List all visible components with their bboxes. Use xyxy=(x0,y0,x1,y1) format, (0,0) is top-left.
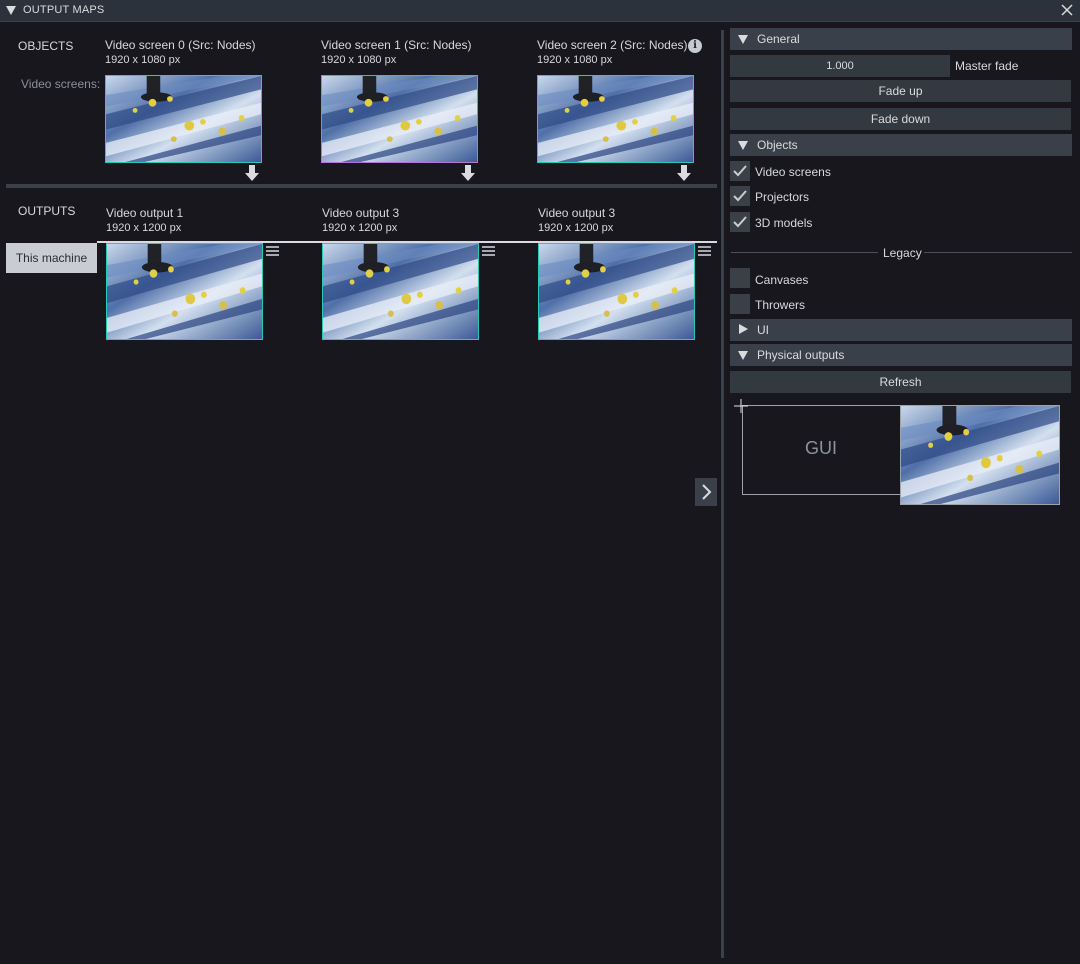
triangle-down-icon xyxy=(738,351,748,360)
gui-display-label: GUI xyxy=(804,438,837,458)
section-objects-label: Objects xyxy=(757,138,798,152)
section-general-header[interactable]: General xyxy=(730,28,1072,50)
screen-size: 1920 x 1080 px xyxy=(321,54,397,66)
fade-up-button[interactable]: Fade up xyxy=(730,80,1071,102)
section-ui-label: UI xyxy=(757,323,769,337)
output-size: 1920 x 1200 px xyxy=(322,222,398,234)
legacy-divider-right xyxy=(924,252,1072,253)
video-output-thumbnail[interactable] xyxy=(538,243,695,340)
hamburger-menu-icon[interactable] xyxy=(266,246,279,257)
section-objects-header[interactable]: Objects xyxy=(730,134,1072,156)
video-screens-row-label: Video screens: xyxy=(21,77,101,91)
output-name: Video output 1 xyxy=(106,206,184,220)
screen-preview-image xyxy=(106,76,261,162)
fade-down-button[interactable]: Fade down xyxy=(730,108,1071,130)
outputs-heading: OUTPUTS xyxy=(18,204,76,218)
hamburger-menu-icon[interactable] xyxy=(482,246,495,257)
video-screen-thumbnail[interactable] xyxy=(537,75,694,163)
close-icon[interactable] xyxy=(1060,3,1074,17)
hamburger-menu-icon[interactable] xyxy=(698,246,711,257)
output-preview-image xyxy=(107,244,262,339)
info-icon[interactable]: i xyxy=(688,39,702,53)
throwers-label: Throwers xyxy=(755,298,806,312)
projectors-checkbox[interactable] xyxy=(730,186,750,206)
output-preview-image xyxy=(323,244,478,339)
checkmark-icon xyxy=(733,190,747,202)
arrow-down-icon[interactable] xyxy=(245,165,259,181)
video-screens-label: Video screens xyxy=(755,165,831,179)
output-name: Video output 3 xyxy=(538,206,616,220)
triangle-down-icon xyxy=(738,35,748,44)
master-fade-label: Master fade xyxy=(955,59,1019,73)
arrow-down-icon[interactable] xyxy=(461,165,475,181)
screen-preview-image xyxy=(322,76,477,162)
section-physical-outputs-label: Physical outputs xyxy=(757,348,845,362)
3d-models-checkbox[interactable] xyxy=(730,212,750,232)
screen-size: 1920 x 1080 px xyxy=(105,54,181,66)
screen-name: Video screen 2 (Src: Nodes) xyxy=(537,38,688,52)
physical-output-display[interactable] xyxy=(900,405,1060,505)
screen-preview-image xyxy=(538,76,693,162)
output-name: Video output 3 xyxy=(322,206,400,220)
section-physical-outputs-header[interactable]: Physical outputs xyxy=(730,344,1072,366)
objects-heading: OBJECTS xyxy=(18,39,74,53)
video-output-thumbnail[interactable] xyxy=(106,243,263,340)
triangle-down-icon xyxy=(738,141,748,150)
master-fade-input[interactable]: 1.000 xyxy=(730,55,950,77)
legacy-divider-left xyxy=(731,252,878,253)
triangle-right-icon xyxy=(739,324,748,334)
output-preview-image xyxy=(539,244,694,339)
window-title: OUTPUT MAPS xyxy=(23,4,105,16)
projectors-label: Projectors xyxy=(755,190,810,204)
window-titlebar: OUTPUT MAPS xyxy=(0,0,1080,22)
section-divider xyxy=(6,184,717,188)
collapse-triangle-icon[interactable] xyxy=(6,6,16,15)
section-general-label: General xyxy=(757,32,800,46)
video-screens-checkbox[interactable] xyxy=(730,161,750,181)
output-size: 1920 x 1200 px xyxy=(538,222,614,234)
legacy-label: Legacy xyxy=(883,246,922,260)
3d-models-label: 3D models xyxy=(755,216,813,230)
throwers-checkbox[interactable] xyxy=(730,294,750,314)
arrow-down-icon[interactable] xyxy=(677,165,691,181)
expand-panel-button[interactable] xyxy=(695,478,717,506)
refresh-button[interactable]: Refresh xyxy=(730,371,1071,393)
video-screen-thumbnail[interactable] xyxy=(321,75,478,163)
this-machine-button[interactable]: This machine xyxy=(6,243,97,273)
video-screen-thumbnail[interactable] xyxy=(105,75,262,163)
output-size: 1920 x 1200 px xyxy=(106,222,182,234)
screen-name: Video screen 1 (Src: Nodes) xyxy=(321,38,472,52)
panel-splitter[interactable] xyxy=(721,30,724,958)
screen-name: Video screen 0 (Src: Nodes) xyxy=(105,38,256,52)
canvases-label: Canvases xyxy=(755,273,809,287)
physical-output-preview-image xyxy=(901,406,1059,504)
chevron-right-icon xyxy=(702,484,712,500)
video-output-thumbnail[interactable] xyxy=(322,243,479,340)
crosshair-icon xyxy=(734,399,748,413)
checkmark-icon xyxy=(733,216,747,228)
section-ui-header[interactable]: UI xyxy=(730,319,1072,341)
screen-size: 1920 x 1080 px xyxy=(537,54,613,66)
canvases-checkbox[interactable] xyxy=(730,268,750,288)
checkmark-icon xyxy=(733,165,747,177)
